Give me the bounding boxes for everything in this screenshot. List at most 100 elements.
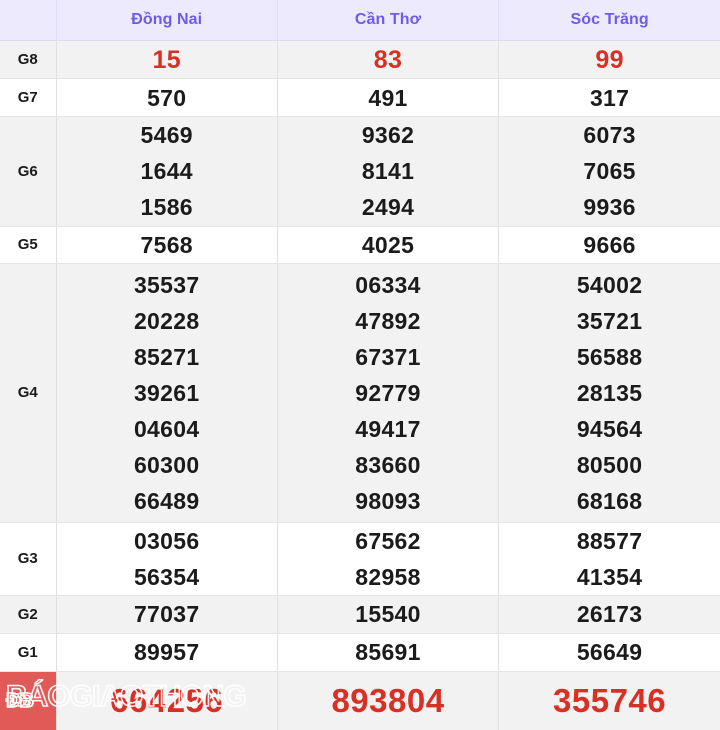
prize-label-g7: G7 — [0, 78, 57, 117]
table-row: G4 35537 20228 85271 39261 04604 60300 6… — [0, 263, 720, 523]
prize-label-g8: G8 — [0, 40, 57, 80]
prize-number: 9936 — [583, 194, 636, 221]
prize-label-g5: G5 — [0, 226, 57, 265]
province-name-1: Đồng Nai — [131, 11, 203, 28]
header-corner-cell — [0, 0, 57, 41]
prize-number: 85691 — [355, 639, 421, 666]
prize-number: 88577 — [576, 527, 643, 554]
special-prize-number: 664256 — [110, 681, 224, 719]
prize-number: 570 — [147, 84, 187, 111]
prize-number: 2494 — [361, 194, 415, 221]
prize-number: 317 — [589, 84, 630, 111]
prize-number: 49417 — [355, 415, 421, 442]
prize-label-g1: G1 — [0, 633, 57, 672]
prize-label-g4: G4 — [0, 263, 57, 523]
column-header-province-1[interactable]: Đồng Nai — [56, 0, 278, 41]
prize-number: 56588 — [576, 343, 643, 370]
prize-number: 26173 — [576, 601, 643, 628]
db-label-text: ĐB — [5, 689, 34, 712]
prize-cell-g2-c1: 77037 — [56, 595, 278, 634]
prize-number: 7065 — [583, 158, 636, 185]
prize-cell-g3-c3: 88577 41354 — [498, 522, 720, 597]
lottery-result-panel: Đồng Nai Cần Thơ Sóc Trăng G8 15 83 99 G… — [0, 0, 720, 730]
prize-cell-g3-c2: 67562 82958 — [277, 522, 500, 597]
province-name-3: Sóc Trăng — [570, 11, 649, 28]
prize-cell-g1-c1: 89957 — [56, 633, 278, 672]
prize-cell-g7-c2: 491 — [277, 78, 500, 117]
table-row: G3 03056 56354 67562 82958 88577 41354 — [0, 522, 720, 597]
header-row: Đồng Nai Cần Thơ Sóc Trăng — [0, 0, 720, 41]
prize-number: 1644 — [140, 158, 193, 185]
prize-cell-db-c3: 355746 — [499, 671, 720, 730]
prize-number: 67371 — [355, 343, 421, 370]
prize-cell-g4-c1: 35537 20228 85271 39261 04604 60300 6648… — [56, 263, 278, 523]
table-row: G2 77037 15540 26173 — [0, 595, 720, 634]
prize-cell-g7-c1: 570 — [56, 78, 278, 117]
special-prize-number: 893804 — [331, 681, 445, 719]
prize-number: 9666 — [583, 231, 636, 258]
prize-number: 5469 — [140, 122, 193, 149]
prize-cell-g7-c3: 317 — [498, 78, 720, 117]
prize-number: 66489 — [133, 487, 200, 514]
prize-number: 39261 — [133, 379, 200, 406]
prize-label-g6: G6 — [0, 116, 57, 227]
prize-number: 54002 — [576, 271, 643, 298]
prize-cell-g2-c2: 15540 — [277, 595, 500, 634]
prize-number: 35537 — [133, 271, 200, 298]
prize-cell-g8-c3: 99 — [498, 40, 720, 80]
prize-number: 15540 — [355, 601, 421, 628]
prize-number: 04604 — [133, 415, 200, 442]
prize-number: 41354 — [576, 563, 643, 590]
prize-cell-g5-c3: 9666 — [498, 226, 720, 265]
prize-number: 15 — [152, 45, 181, 74]
prize-number: 80500 — [576, 451, 643, 478]
prize-cell-g6-c1: 5469 1644 1586 — [56, 116, 278, 227]
column-header-province-2[interactable]: Cần Thơ — [277, 0, 500, 41]
prize-cell-db-c1: 664256 — [56, 671, 278, 730]
province-name-2: Cần Thơ — [354, 11, 422, 28]
prize-number: 06334 — [355, 271, 421, 298]
prize-number: 9362 — [361, 122, 415, 149]
prize-number: 77037 — [133, 601, 200, 628]
table-row: ĐB 664256 893804 355746 — [0, 671, 720, 730]
prize-cell-g1-c3: 56649 — [498, 633, 720, 672]
prize-number: 8141 — [361, 158, 415, 185]
prize-cell-g3-c1: 03056 56354 — [56, 522, 278, 597]
prize-number: 47892 — [355, 307, 421, 334]
prize-cell-db-c2: 893804 — [277, 671, 500, 730]
prize-number: 03056 — [133, 527, 200, 554]
prize-number: 35721 — [576, 307, 643, 334]
prize-cell-g2-c3: 26173 — [498, 595, 720, 634]
prize-number: 6073 — [583, 122, 636, 149]
prize-number: 82958 — [355, 563, 421, 590]
prize-number: 68168 — [576, 487, 643, 514]
prize-label-g3: G3 — [0, 522, 57, 597]
prize-number: 7568 — [140, 231, 193, 258]
prize-cell-g6-c2: 9362 8141 2494 — [277, 116, 500, 227]
prize-cell-g8-c1: 15 — [56, 40, 278, 80]
prize-number: 4025 — [361, 231, 415, 258]
table-row: G5 7568 4025 9666 — [0, 226, 720, 265]
prize-number: 60300 — [133, 451, 200, 478]
prize-number: 56649 — [576, 639, 643, 666]
table-row: G7 570 491 317 — [0, 78, 720, 117]
column-header-province-3[interactable]: Sóc Trăng — [498, 0, 720, 41]
prize-number: 56354 — [133, 563, 200, 590]
prize-label-g2: G2 — [0, 595, 57, 634]
prize-cell-g5-c1: 7568 — [56, 226, 278, 265]
prize-cell-g1-c2: 85691 — [277, 633, 500, 672]
prize-cell-g6-c3: 6073 7065 9936 — [498, 116, 720, 227]
prize-number: 67562 — [355, 527, 421, 554]
lottery-results-table: Đồng Nai Cần Thơ Sóc Trăng G8 15 83 99 G… — [0, 0, 720, 730]
prize-label-db: ĐB — [0, 671, 57, 730]
prize-number: 94564 — [576, 415, 643, 442]
table-row: G1 89957 85691 56649 — [0, 633, 720, 672]
table-row: G6 5469 1644 1586 9362 8141 2494 6073 70… — [0, 116, 720, 227]
table-body: G8 15 83 99 G7 570 491 317 G6 5469 1644 … — [0, 40, 720, 730]
prize-number: 83660 — [355, 451, 421, 478]
special-prize-number: 355746 — [553, 681, 667, 719]
prize-number: 85271 — [133, 343, 200, 370]
prize-number: 92779 — [355, 379, 421, 406]
prize-number: 1586 — [140, 194, 193, 221]
prize-number: 20228 — [133, 307, 200, 334]
